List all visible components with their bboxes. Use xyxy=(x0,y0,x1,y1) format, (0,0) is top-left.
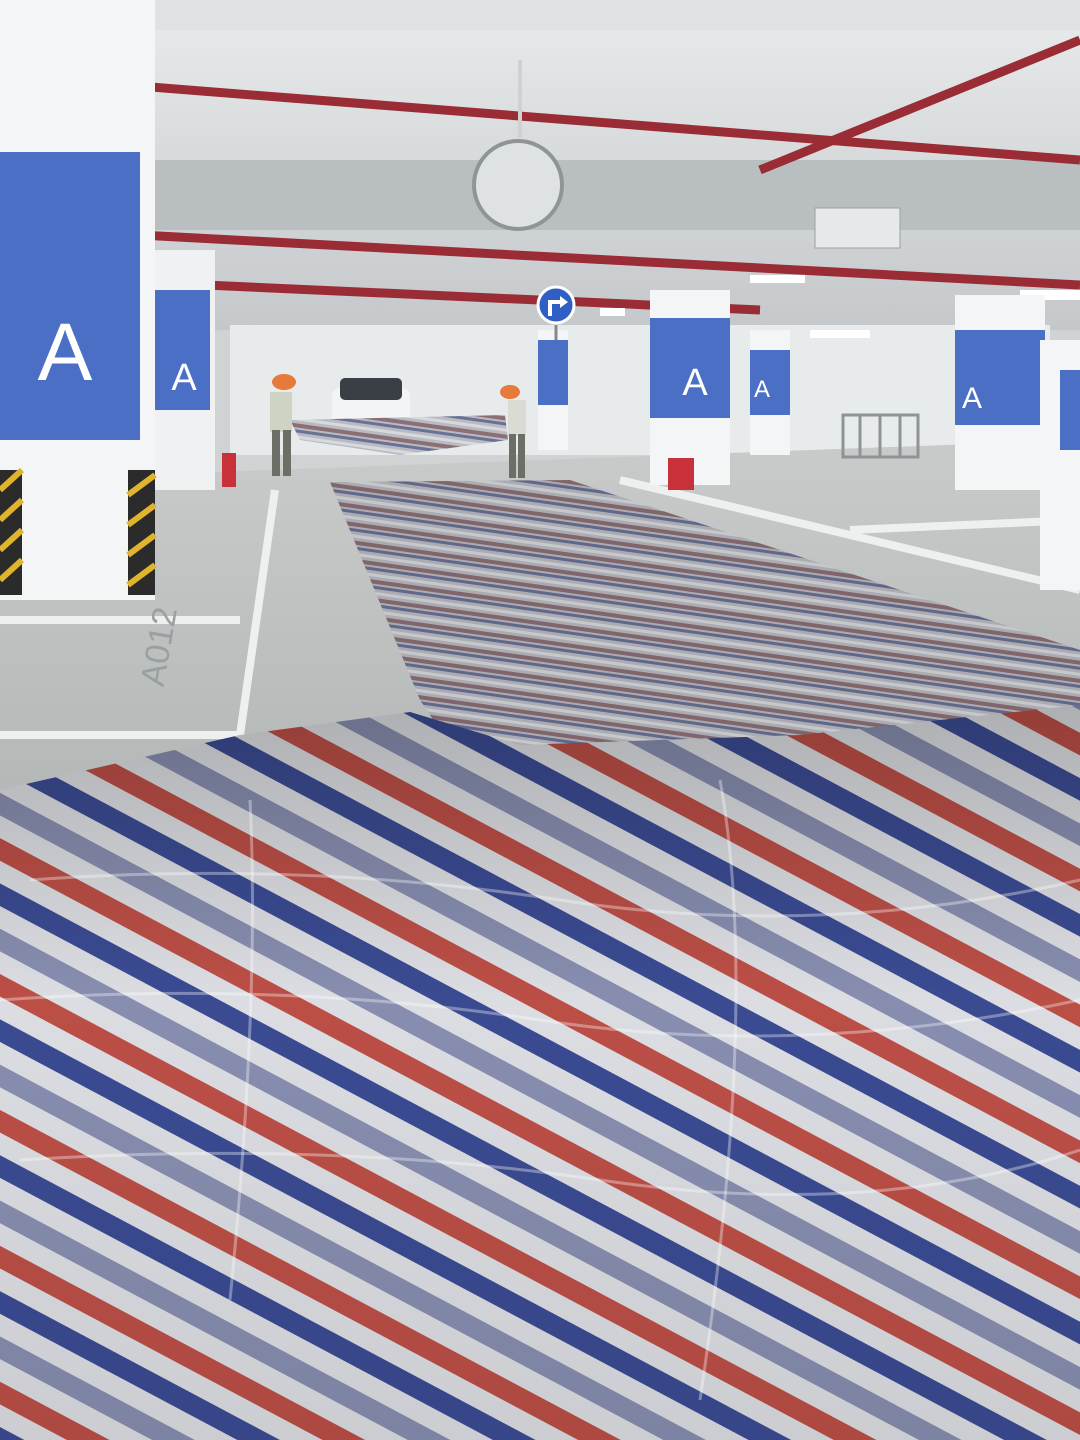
pillar-label: A xyxy=(682,362,708,404)
ceiling-beam xyxy=(0,0,1080,30)
tarp-foreground-shading xyxy=(0,705,1080,1440)
pillar-back-center xyxy=(538,330,568,450)
pillar-label: A xyxy=(962,382,982,415)
pillar-center: A xyxy=(650,290,730,485)
pillar-label: A xyxy=(171,357,197,399)
pillar-back-left: A xyxy=(155,250,215,490)
pillar-mid-right: A xyxy=(750,330,790,455)
pillar-front-left: A xyxy=(0,0,157,600)
parking-garage-photo: A012 A A A A A xyxy=(0,0,1080,1440)
pillar-label: A xyxy=(38,307,93,398)
air-duct-vent xyxy=(814,207,901,249)
pillar-front-right xyxy=(1040,340,1080,590)
pillar-label: A xyxy=(754,376,770,403)
pillar-far-right: A xyxy=(955,295,1045,490)
air-duct xyxy=(150,160,1080,230)
fire-extinguisher-box xyxy=(222,453,236,487)
fire-extinguisher-box xyxy=(668,458,694,490)
